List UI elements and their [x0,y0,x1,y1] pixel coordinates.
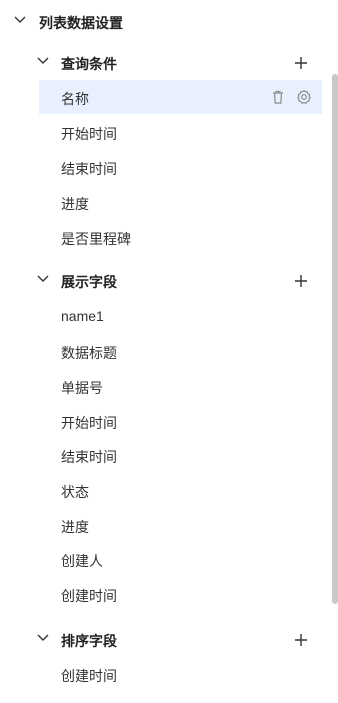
gear-icon[interactable] [296,89,312,105]
item-label: 进度 [61,196,89,212]
item-label: 创建时间 [61,588,117,604]
trash-icon[interactable] [270,89,286,105]
root-header[interactable]: 列表数据设置 [0,9,338,35]
section-title: 排序字段 [61,633,117,649]
chevron-down-icon[interactable] [14,16,26,24]
item-label: 创建时间 [61,668,117,684]
list-item[interactable]: 创建时间 [39,577,322,611]
item-actions [270,89,312,105]
section-header-query[interactable]: 查询条件 [0,48,338,76]
scrollbar[interactable] [332,74,338,604]
list-item[interactable]: 是否里程碑 [39,220,322,254]
chevron-down-icon[interactable] [37,634,49,642]
section-title: 展示字段 [61,274,117,290]
list-item[interactable]: 结束时间 [39,150,322,184]
list-item[interactable]: 状态 [39,473,322,507]
chevron-down-icon[interactable] [37,275,49,283]
plus-icon[interactable] [293,632,309,648]
item-label: 开始时间 [61,415,117,431]
list-item[interactable]: name1 [39,299,322,333]
list-item[interactable]: 结束时间 [39,438,322,472]
item-label: 是否里程碑 [61,231,131,247]
item-label: 进度 [61,519,89,535]
item-label: 数据标题 [61,345,117,361]
item-label: 结束时间 [61,161,117,177]
root-title: 列表数据设置 [39,15,123,31]
section-header-display[interactable]: 展示字段 [0,266,338,294]
plus-icon[interactable] [293,273,309,289]
item-label: 名称 [61,91,89,107]
list-data-settings-panel: 列表数据设置 查询条件 名称 开始时间 结束时间 进度 是否里程碑 展示字段 n… [0,0,338,703]
list-item[interactable]: 开始时间 [39,115,322,149]
list-item[interactable]: 数据标题 [39,334,322,368]
list-item[interactable]: 创建人 [39,542,322,576]
list-item[interactable]: 创建时间 [39,657,322,691]
section-header-sort[interactable]: 排序字段 [0,625,338,653]
item-label: 单据号 [61,380,103,396]
list-item[interactable]: 名称 [39,80,322,114]
item-label: 结束时间 [61,449,117,465]
section-title: 查询条件 [61,56,117,72]
item-label: name1 [61,308,104,324]
item-label: 开始时间 [61,126,117,142]
chevron-down-icon[interactable] [37,57,49,65]
list-item[interactable]: 单据号 [39,369,322,403]
item-label: 创建人 [61,553,103,569]
plus-icon[interactable] [293,55,309,71]
list-item[interactable]: 进度 [39,508,322,542]
list-item[interactable]: 进度 [39,185,322,219]
list-item[interactable]: 开始时间 [39,404,322,438]
item-label: 状态 [61,484,89,500]
